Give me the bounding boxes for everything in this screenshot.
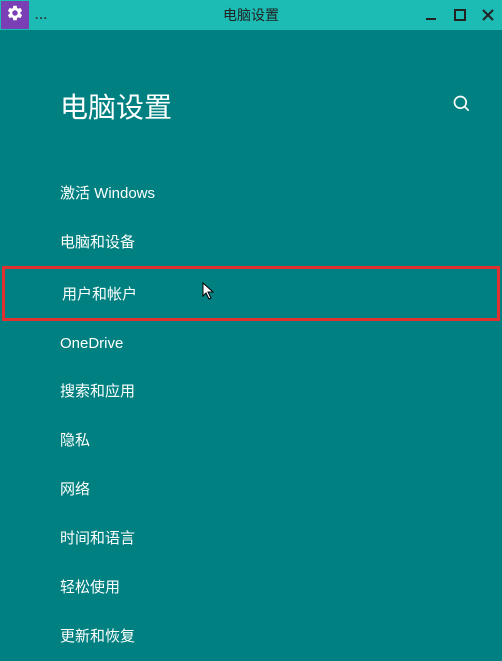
close-button[interactable] (480, 7, 496, 23)
search-icon[interactable] (452, 94, 472, 119)
window-controls (424, 7, 496, 23)
window-title: 电脑设置 (223, 5, 279, 25)
nav-item-update-recovery[interactable]: 更新和恢复 (0, 611, 502, 660)
nav-item-privacy[interactable]: 隐私 (0, 415, 502, 464)
nav-item-label: 激活 Windows (60, 185, 155, 202)
nav-item-label: 电脑和设备 (60, 234, 135, 251)
minimize-button[interactable] (424, 7, 440, 23)
nav-item-label: 搜索和应用 (60, 383, 135, 400)
nav-item-users-accounts[interactable]: 用户和帐户 (2, 266, 500, 321)
titlebar-menu-dots[interactable]: ... (35, 8, 48, 22)
page-title: 电脑设置 (60, 86, 172, 126)
nav-item-activate-windows[interactable]: 激活 Windows (0, 168, 502, 217)
header-row: 电脑设置 (0, 86, 502, 126)
maximize-button[interactable] (452, 7, 468, 23)
nav-item-pc-devices[interactable]: 电脑和设备 (0, 217, 502, 266)
nav-item-label: 网络 (60, 481, 90, 498)
nav-item-time-language[interactable]: 时间和语言 (0, 513, 502, 562)
nav-item-search-apps[interactable]: 搜索和应用 (0, 366, 502, 415)
titlebar: ... 电脑设置 (0, 0, 502, 30)
content-area: 电脑设置 激活 Windows 电脑和设备 用户和帐户 OneDrive 搜索和… (0, 30, 502, 660)
gear-icon (6, 4, 24, 27)
app-icon-box (1, 1, 29, 29)
nav-item-label: OneDrive (60, 335, 123, 352)
nav-item-label: 用户和帐户 (62, 286, 137, 303)
settings-nav-list: 激活 Windows 电脑和设备 用户和帐户 OneDrive 搜索和应用 隐私… (0, 168, 502, 660)
nav-item-ease-of-access[interactable]: 轻松使用 (0, 562, 502, 611)
nav-item-label: 更新和恢复 (60, 628, 135, 645)
cursor-icon (202, 282, 216, 300)
nav-item-label: 时间和语言 (60, 530, 135, 547)
nav-item-label: 隐私 (60, 432, 90, 449)
nav-item-label: 轻松使用 (60, 579, 120, 596)
nav-item-onedrive[interactable]: OneDrive (0, 321, 502, 366)
nav-item-network[interactable]: 网络 (0, 464, 502, 513)
